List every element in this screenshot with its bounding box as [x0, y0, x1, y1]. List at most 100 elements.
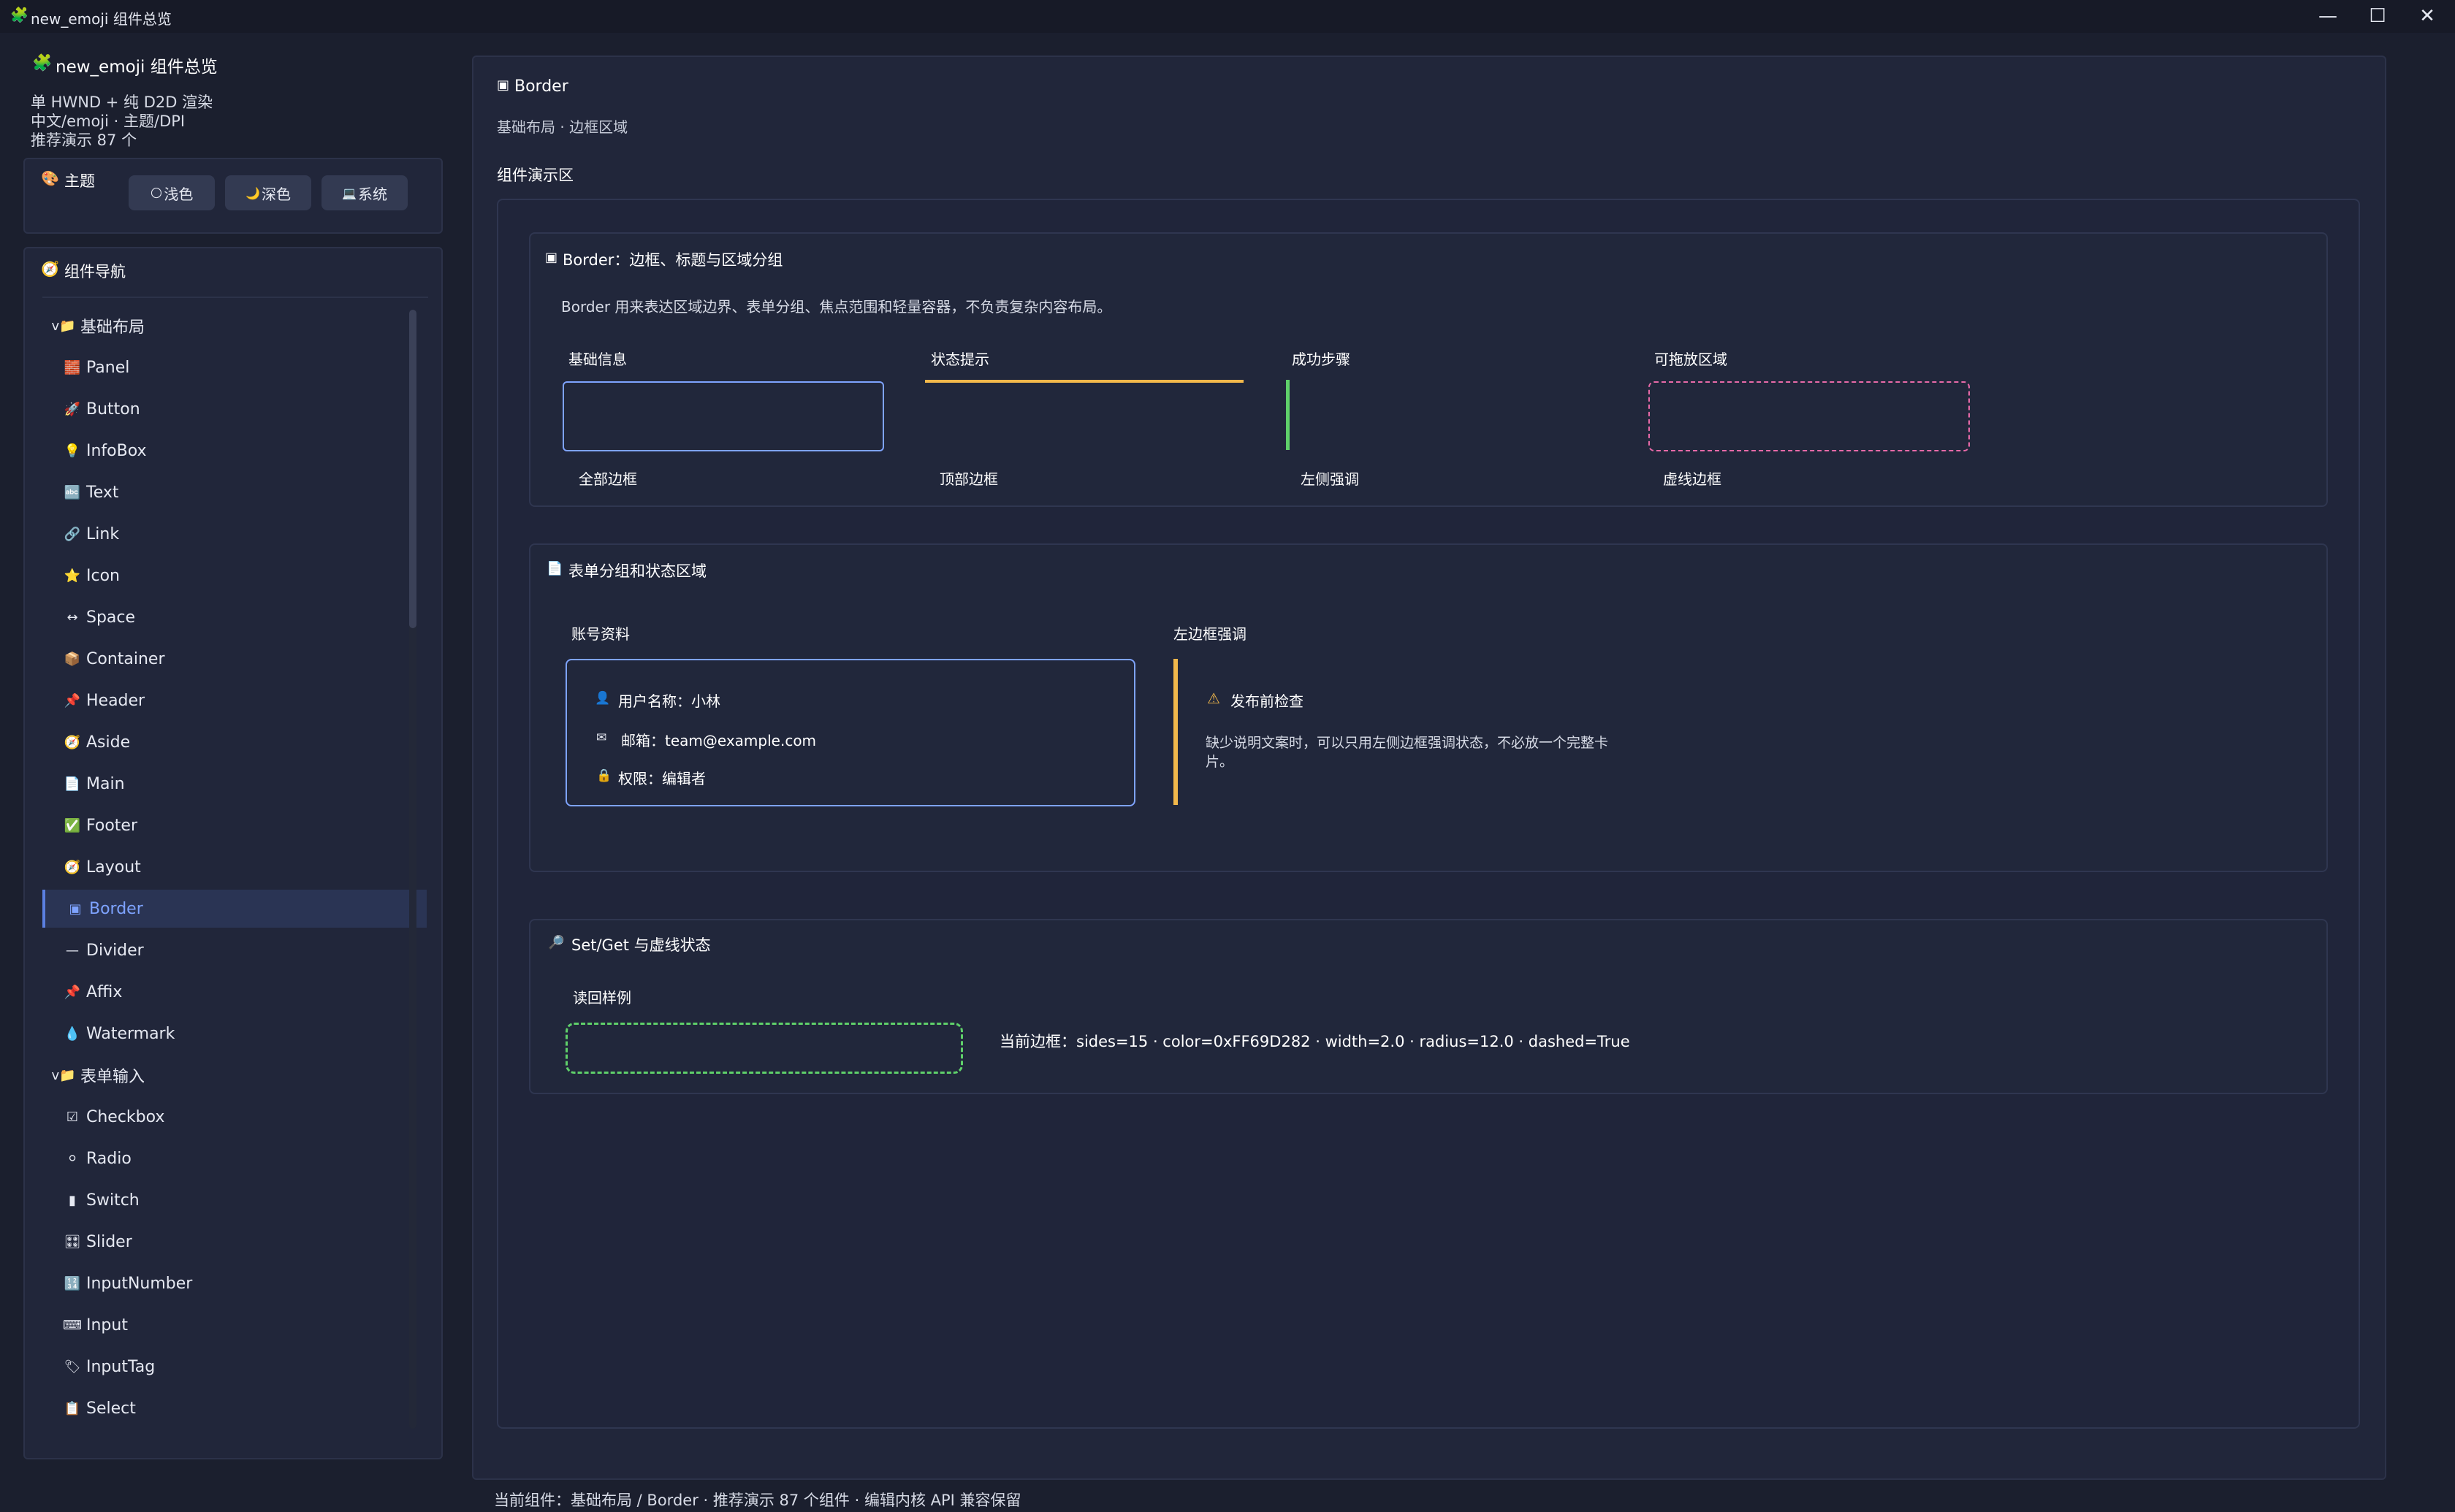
user-icon: 👤: [595, 691, 611, 706]
sidebar-item[interactable]: 📌 Header: [42, 681, 424, 719]
sidebar-item-label: Footer: [86, 816, 137, 835]
left-border-sample: [1286, 380, 1608, 450]
theme-dark-button[interactable]: 🌙 深色: [225, 175, 311, 210]
theme-button-label: 深色: [261, 185, 291, 203]
close-icon: ✕: [2419, 5, 2435, 27]
account-row: 用户名称：小林: [618, 692, 720, 710]
readback-sample: [566, 1023, 963, 1074]
sample-title: 成功步骤: [1292, 351, 1350, 368]
theme-system-button[interactable]: 💻 系统: [321, 175, 408, 210]
sample-caption: 虚线边框: [1663, 470, 1721, 488]
sidebar-item[interactable]: 🏷 InputTag: [42, 1348, 424, 1386]
sample-caption: 顶部边框: [940, 470, 998, 488]
theme-light-button[interactable]: 🌕 浅色: [129, 175, 215, 210]
sample-title: 基础信息: [568, 351, 627, 368]
sidebar-item[interactable]: 🚀 Button: [42, 390, 424, 428]
sidebar-item[interactable]: ✅ Footer: [42, 806, 424, 844]
sidebar-item-label: Main: [86, 774, 125, 793]
minimize-button[interactable]: —: [2306, 3, 2350, 29]
component-icon: ⚪: [66, 1150, 78, 1167]
sidebar-item[interactable]: 🔗 Link: [42, 515, 424, 553]
sidebar-item[interactable]: ↔ Space: [42, 598, 424, 636]
sidebar-item-label: Border: [89, 899, 143, 918]
dashed-border-sample[interactable]: [1648, 381, 1970, 451]
sidebar-item[interactable]: 📋 Select: [42, 1389, 424, 1427]
sidebar-item-label: 表单输入: [80, 1068, 145, 1086]
sidebar-item[interactable]: 🔤 Text: [42, 473, 424, 511]
component-icon: 📋: [64, 1400, 81, 1416]
warning-title: 发布前检查: [1230, 692, 1303, 710]
component-icon: ▣: [69, 901, 82, 917]
sidebar-item-label: Panel: [86, 358, 130, 377]
sidebar-item[interactable]: ▣ Border: [42, 890, 427, 928]
close-button[interactable]: ✕: [2405, 3, 2449, 29]
sidebar-item-label: Text: [86, 483, 119, 502]
section-title: Set/Get 与虚线状态: [571, 936, 711, 954]
nav-group-18[interactable]: v📁 表单输入: [42, 1056, 412, 1094]
sample-title: 状态提示: [931, 351, 989, 368]
sidebar-item-label: Checkbox: [86, 1107, 165, 1126]
component-icon: 🔢: [64, 1275, 81, 1291]
theme-button-label: 浅色: [164, 185, 194, 203]
info-line: 推荐演示 87 个: [31, 131, 137, 149]
component-icon: 🧱: [64, 359, 81, 375]
account-label: 账号资料: [571, 625, 630, 643]
page-title: Border: [514, 77, 568, 96]
lock-icon: 🔒: [596, 768, 612, 783]
component-icon: 🔤: [64, 484, 81, 500]
sidebar-item[interactable]: 🧭 Layout: [42, 848, 424, 886]
sidebar-item-label: Button: [86, 400, 140, 419]
sidebar-item[interactable]: ▮ Switch: [42, 1181, 424, 1219]
section-title: Border：边框、标题与区域分组: [563, 251, 783, 269]
sidebar-item-label: Container: [86, 649, 165, 668]
sidebar-item[interactable]: ☑ Checkbox: [42, 1098, 424, 1136]
emphasis-label: 左边框强调: [1173, 625, 1246, 643]
component-icon: 🚀: [64, 401, 81, 417]
nav-list: v📁 基础布局 🧱 Panel 🚀 Button 💡 InfoBox 🔤 Text 🔗 Link ⭐ Ic…: [42, 297, 428, 1439]
sidebar-item-label: Divider: [86, 941, 144, 960]
sidebar-item[interactable]: 📌 Affix: [42, 973, 424, 1011]
title-bar: [0, 0, 2455, 33]
sidebar-item[interactable]: ⭐ Icon: [42, 557, 424, 595]
moon-full-icon: 🌕: [150, 186, 163, 200]
sidebar-item[interactable]: 🧱 Panel: [42, 348, 424, 386]
sidebar-item[interactable]: — Divider: [42, 931, 424, 969]
sidebar-item[interactable]: 🎛 Slider: [42, 1223, 424, 1261]
maximize-button[interactable]: ☐: [2356, 3, 2399, 29]
component-icon: 📌: [64, 692, 81, 709]
sidebar-item[interactable]: ⚪ Radio: [42, 1139, 424, 1177]
component-icon: 🧭: [64, 859, 81, 875]
sample-title: 可拖放区域: [1654, 351, 1727, 368]
sidebar-item[interactable]: 💡 InfoBox: [42, 432, 424, 470]
section-title: 表单分组和状态区域: [568, 562, 707, 580]
sidebar-item-label: InfoBox: [86, 441, 147, 460]
nav-title: 组件导航: [64, 263, 126, 280]
nav-group-0[interactable]: v📁 基础布局: [42, 307, 412, 345]
warning-icon: ⚠: [1207, 690, 1220, 707]
sidebar-item[interactable]: 📄 Main: [42, 765, 424, 803]
account-row: 邮箱：team@example.com: [621, 732, 817, 749]
current-border-readout: 当前边框：sides=15 · color=0xFF69D282 · width…: [1000, 1033, 1630, 1050]
sidebar-item-label: Aside: [86, 733, 131, 752]
sidebar-item[interactable]: 🔢 InputNumber: [42, 1264, 424, 1302]
nav-scrollbar-thumb[interactable]: [409, 310, 416, 628]
sidebar-item-label: Layout: [86, 858, 141, 877]
component-icon: ⭐: [64, 568, 81, 584]
sidebar-item[interactable]: 📦 Container: [42, 640, 424, 678]
sidebar-item[interactable]: 💧 Watermark: [42, 1015, 424, 1053]
sidebar-item-label: InputNumber: [86, 1274, 193, 1293]
search-icon: 🔎: [548, 935, 565, 950]
sidebar-item[interactable]: 🧭 Aside: [42, 723, 424, 761]
sidebar-item[interactable]: ⌨ Input: [42, 1306, 424, 1344]
theme-button-label: 系统: [357, 185, 387, 203]
readback-label: 读回样例: [573, 989, 631, 1007]
sidebar-item-label: Input: [86, 1316, 128, 1335]
full-border-sample: [563, 381, 884, 451]
sidebar-item-label: Slider: [86, 1232, 132, 1251]
compass-icon: 🧭: [41, 260, 59, 278]
component-icon: 📦: [64, 651, 81, 667]
border-icon: ▣: [545, 250, 558, 265]
sidebar-item-label: Icon: [86, 566, 120, 585]
minimize-icon: —: [2318, 5, 2337, 27]
folder-icon: v📁: [51, 1067, 76, 1083]
